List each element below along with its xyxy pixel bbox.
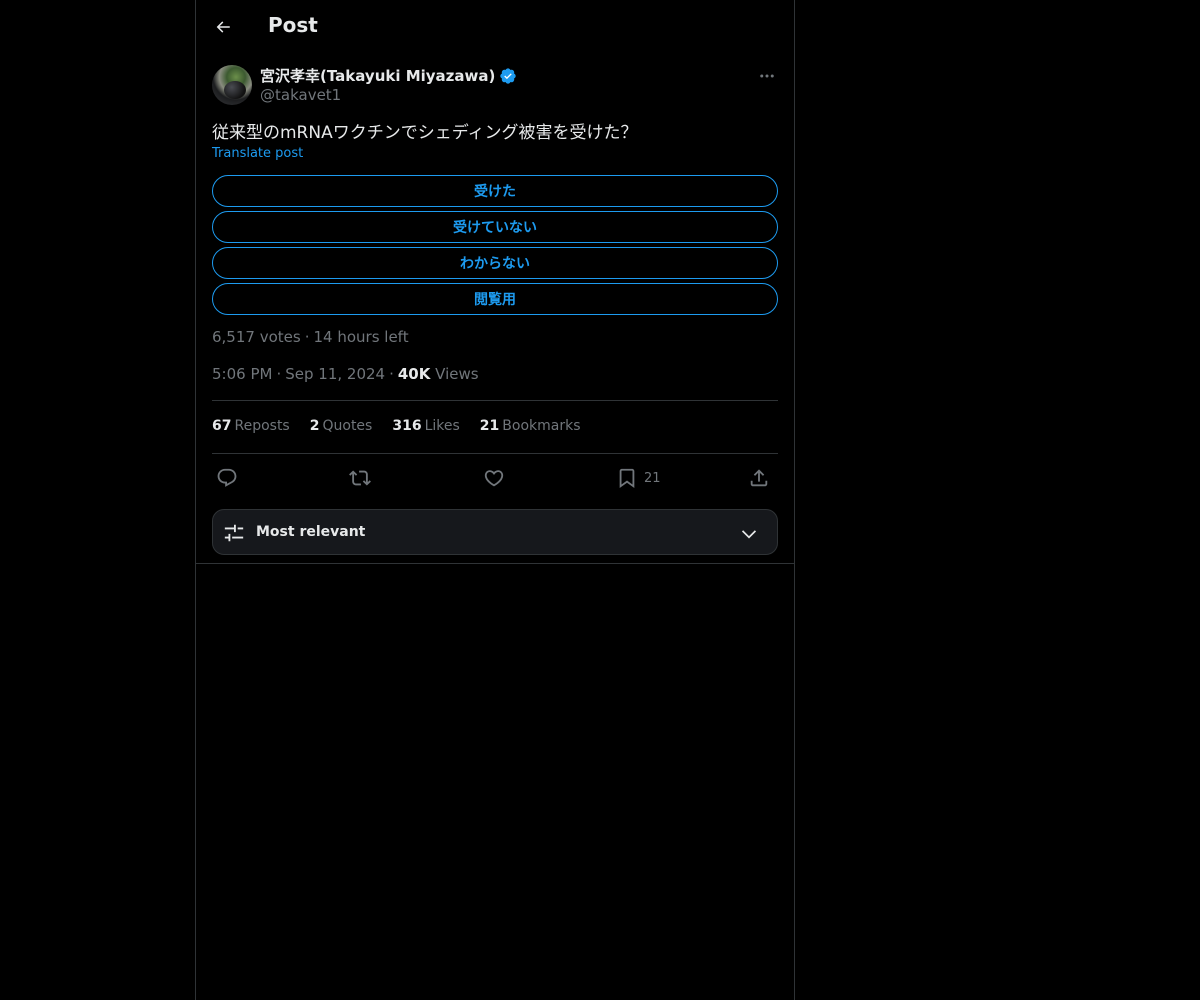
more-button[interactable]	[752, 64, 782, 88]
primary-column: Post 宮沢孝幸(Takayuki Miyazawa) @takavet1 従…	[195, 0, 795, 1000]
likes-stat[interactable]: 316 Likes	[392, 418, 459, 434]
avatar[interactable]	[212, 65, 252, 105]
repost-button[interactable]	[349, 462, 371, 494]
reply-icon	[217, 468, 237, 487]
like-button[interactable]	[483, 462, 505, 494]
author-handle[interactable]: @takavet1	[260, 86, 341, 104]
poll: 受けた 受けていない わからない 閲覧用	[212, 175, 778, 319]
post-author: 宮沢孝幸(Takayuki Miyazawa) @takavet1	[212, 64, 778, 106]
share-button[interactable]	[748, 462, 770, 494]
reply-sort-dropdown[interactable]: Most relevant	[212, 509, 778, 555]
sliders-icon	[224, 524, 244, 542]
bookmark-count: 21	[644, 470, 661, 486]
page-header: Post	[196, 0, 794, 54]
post-stats: 67 Reposts 2 Quotes 316 Likes 21 Bookmarks	[212, 418, 581, 434]
chevron-down-icon	[741, 530, 757, 539]
repost-icon	[349, 470, 371, 486]
more-icon	[760, 74, 774, 78]
poll-option-1[interactable]: 受けた	[212, 175, 778, 207]
bookmarks-stat[interactable]: 21 Bookmarks	[480, 418, 581, 434]
poll-votes: 6,517 votes	[212, 328, 301, 346]
poll-status: 6,517 votes · 14 hours left	[212, 328, 409, 346]
page-title: Post	[268, 13, 318, 37]
author-name-row[interactable]: 宮沢孝幸(Takayuki Miyazawa)	[260, 65, 517, 86]
post-time[interactable]: 5:06 PM	[212, 365, 272, 383]
poll-option-3[interactable]: わからない	[212, 247, 778, 279]
reposts-stat[interactable]: 67 Reposts	[212, 418, 290, 434]
poll-time-left: 14 hours left	[313, 328, 409, 346]
author-display-name[interactable]: 宮沢孝幸(Takayuki Miyazawa)	[260, 65, 495, 86]
views-label: Views	[435, 365, 479, 383]
views-count: 40K	[397, 365, 431, 383]
verified-badge-icon[interactable]	[499, 67, 517, 85]
like-icon	[484, 470, 504, 487]
share-icon	[750, 469, 768, 487]
post-date[interactable]: Sep 11, 2024	[285, 365, 385, 383]
action-bar: 21	[212, 462, 778, 494]
back-button[interactable]	[206, 10, 240, 44]
quotes-stat[interactable]: 2 Quotes	[310, 418, 373, 434]
bookmark-button[interactable]: 21	[616, 462, 661, 494]
section-divider	[196, 563, 794, 564]
divider	[212, 400, 778, 401]
divider	[212, 453, 778, 454]
translate-post-link[interactable]: Translate post	[212, 146, 303, 161]
poll-option-2[interactable]: 受けていない	[212, 211, 778, 243]
poll-option-4[interactable]: 閲覧用	[212, 283, 778, 315]
back-arrow-icon	[216, 21, 230, 33]
sort-label: Most relevant	[256, 524, 366, 540]
bookmark-icon	[619, 468, 635, 489]
post-meta: 5:06 PM · Sep 11, 2024 · 40K Views	[212, 365, 479, 383]
post-text: 従来型のmRNAワクチンでシェディング被害を受けた？	[212, 123, 638, 143]
reply-button[interactable]	[216, 462, 238, 494]
